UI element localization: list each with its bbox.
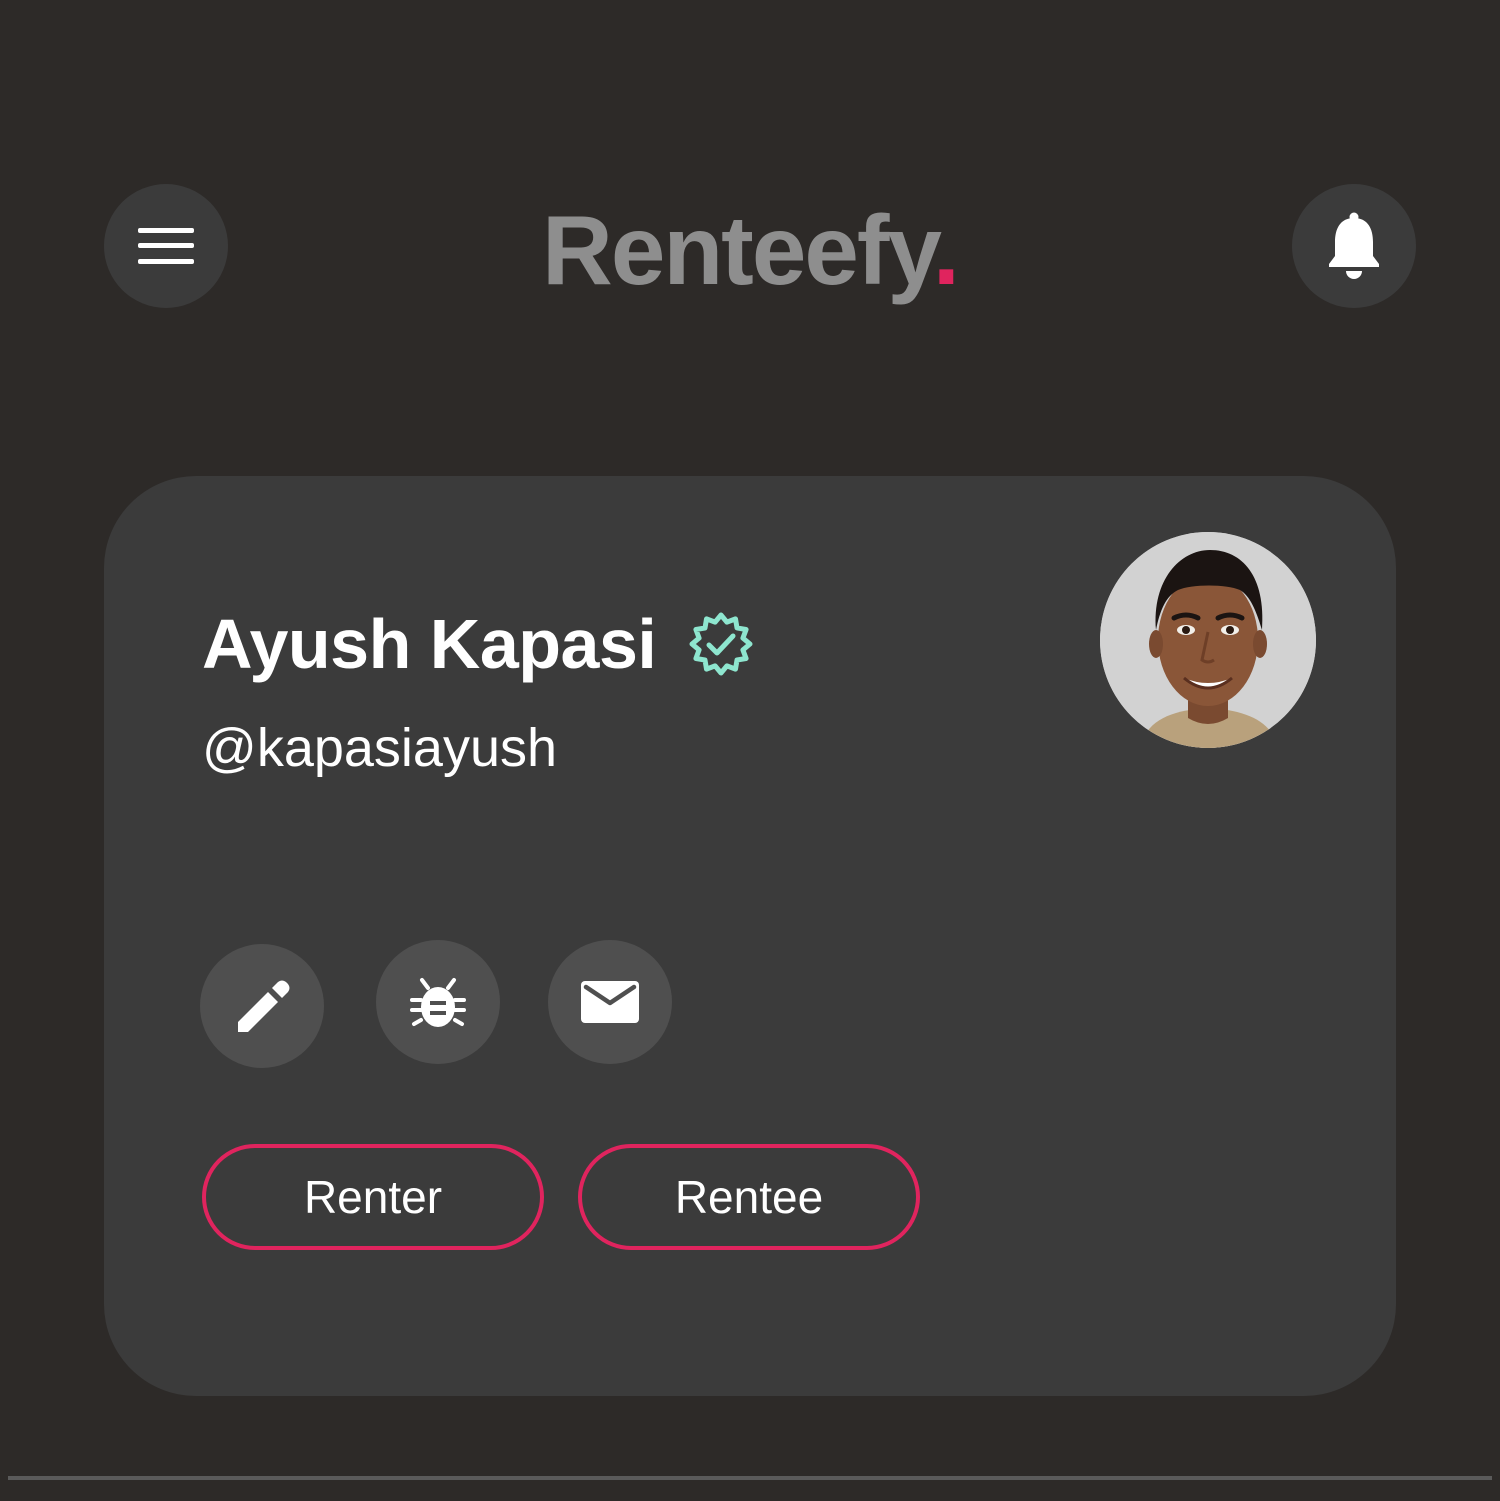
profile-handle: @kapasiayush	[202, 718, 558, 778]
profile-name: Ayush Kapasi	[202, 605, 657, 683]
notifications-button[interactable]	[1292, 184, 1416, 308]
brand-dot: .	[932, 195, 960, 305]
pencil-icon	[238, 980, 290, 1032]
bell-icon	[1329, 212, 1379, 279]
renter-button[interactable]: Renter	[202, 1144, 544, 1250]
mail-icon	[581, 981, 639, 1023]
rentee-button[interactable]: Rentee	[578, 1144, 920, 1250]
send-message-button[interactable]	[548, 940, 672, 1064]
bottom-divider	[8, 1476, 1492, 1480]
profile-name-row: Ayush Kapasi	[202, 602, 754, 686]
app-logo: Renteefy.	[0, 190, 1500, 310]
avatar	[1100, 532, 1316, 748]
bug-icon	[410, 978, 466, 1027]
report-bug-button[interactable]	[376, 940, 500, 1064]
edit-profile-button[interactable]	[200, 944, 324, 1068]
avatar-photo	[1100, 532, 1316, 748]
profile-card: Ayush Kapasi @kapasiayush Renter Rentee	[104, 476, 1396, 1396]
verified-badge-icon	[688, 611, 754, 677]
brand-name: Renteefy	[542, 195, 935, 305]
